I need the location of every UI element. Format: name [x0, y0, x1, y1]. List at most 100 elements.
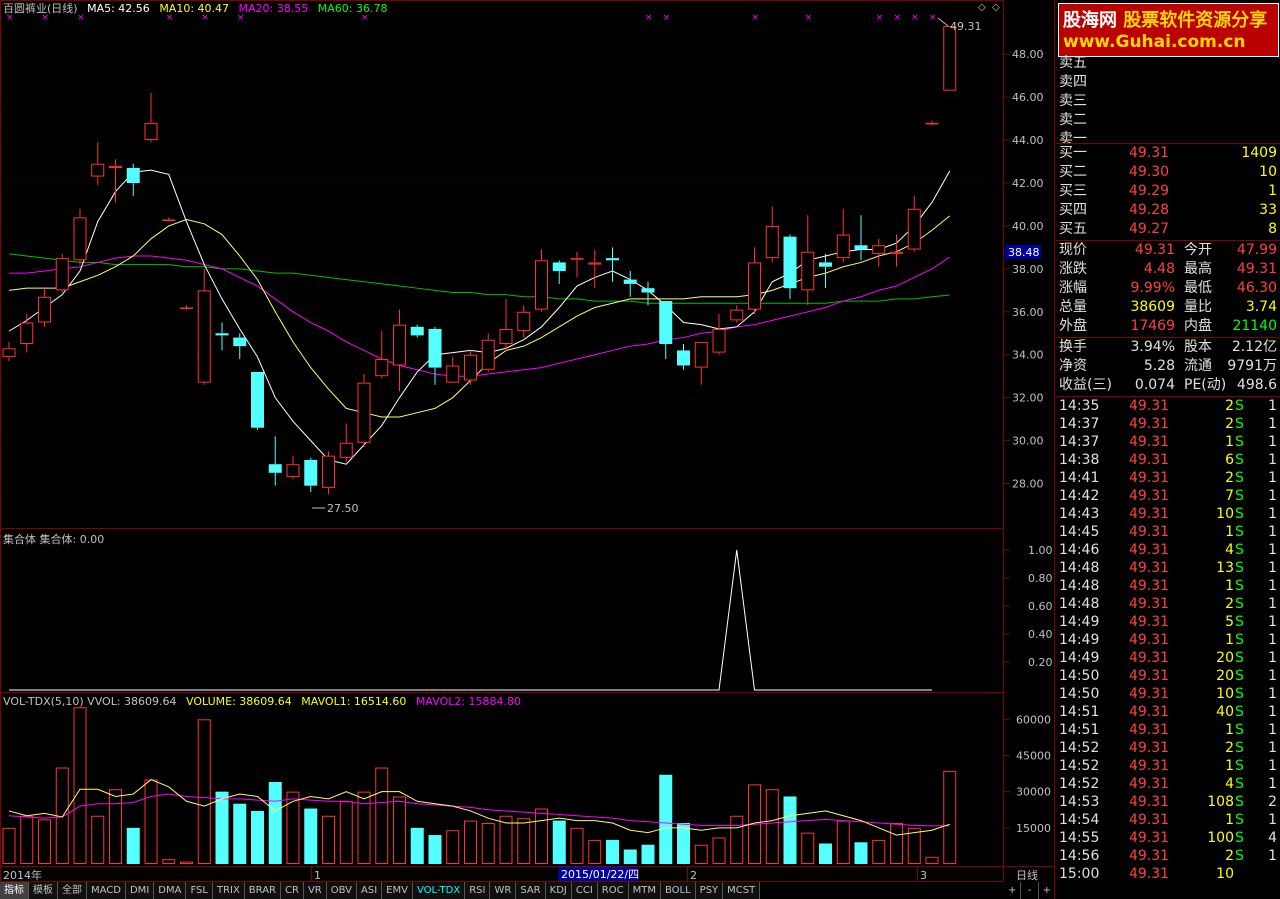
volume-bar[interactable]	[20, 815, 34, 865]
tab-dma[interactable]: DMA	[154, 882, 187, 899]
tab-dmi[interactable]: DMI	[125, 882, 155, 899]
candle[interactable]	[162, 217, 176, 222]
candle[interactable]	[499, 298, 513, 351]
volume-bar[interactable]	[535, 808, 548, 865]
volume-bar[interactable]	[801, 832, 815, 864]
volume-bar[interactable]	[251, 810, 264, 864]
volume-bar[interactable]	[73, 707, 87, 864]
tab-sar[interactable]: SAR	[516, 882, 546, 899]
period-label[interactable]: 日线	[1016, 868, 1038, 882]
candle[interactable]	[410, 324, 424, 338]
volume-bar[interactable]	[126, 827, 140, 864]
candle[interactable]	[339, 423, 353, 463]
candle[interactable]	[606, 247, 619, 282]
candle[interactable]	[677, 344, 690, 370]
volume-bar[interactable]	[481, 823, 495, 864]
candle[interactable]	[180, 305, 193, 310]
tab-roc[interactable]: ROC	[597, 882, 629, 899]
candle[interactable]	[907, 195, 921, 252]
candle[interactable]	[304, 457, 318, 493]
candle[interactable]	[623, 271, 637, 297]
candle[interactable]	[446, 356, 460, 383]
candle[interactable]	[357, 374, 371, 448]
volume-bar[interactable]	[925, 856, 939, 865]
tab-cci[interactable]: CCI	[571, 882, 598, 899]
volume-bar[interactable]	[215, 791, 229, 864]
volume-bar[interactable]	[570, 827, 584, 865]
candle[interactable]	[659, 301, 673, 360]
tab-mtm[interactable]: MTM	[628, 882, 661, 899]
candle[interactable]	[322, 451, 335, 495]
volume-bar[interactable]	[339, 801, 353, 865]
candle[interactable]	[481, 333, 495, 372]
candle[interactable]	[588, 249, 602, 289]
tab-add-button[interactable]: +	[1004, 882, 1022, 899]
volume-bar[interactable]	[144, 779, 158, 865]
candle[interactable]	[215, 322, 229, 351]
volume-bar[interactable]	[233, 803, 247, 864]
volume-bar[interactable]	[428, 835, 442, 864]
volume-bar[interactable]	[464, 820, 477, 865]
volume-bar[interactable]	[694, 844, 708, 864]
candle[interactable]	[872, 238, 886, 267]
tab-psy[interactable]: PSY	[695, 882, 724, 899]
candle[interactable]	[464, 350, 477, 385]
volume-bar[interactable]	[854, 842, 868, 864]
volume-bar[interactable]	[712, 837, 726, 864]
chart-area[interactable]: 48.00 46.00 44.00 42.00 40.00 38.00 36.00 34.00…	[0, 0, 1055, 899]
volume-bar[interactable]	[819, 843, 832, 865]
tab-wr[interactable]: WR	[490, 882, 517, 899]
volume-bar[interactable]	[38, 819, 51, 864]
tab-remove-button[interactable]: -	[1021, 882, 1039, 899]
tab-trix[interactable]: TRIX	[212, 882, 245, 899]
volume-bar[interactable]	[677, 823, 690, 864]
tab-more-button[interactable]: +	[1039, 882, 1055, 899]
volume-bar[interactable]	[109, 789, 122, 864]
candle[interactable]	[694, 341, 708, 385]
candle[interactable]	[233, 333, 247, 360]
volume-bar[interactable]	[606, 839, 619, 864]
volume-bar[interactable]	[765, 789, 779, 864]
volume-bar[interactable]	[659, 774, 673, 864]
candle[interactable]	[570, 251, 584, 278]
candle[interactable]	[55, 253, 69, 293]
candle[interactable]	[765, 206, 779, 263]
candle[interactable]	[854, 215, 868, 261]
volume-bar[interactable]	[517, 818, 531, 864]
tab-vol-tdx[interactable]: VOL-TDX	[412, 882, 466, 899]
volume-bar[interactable]	[197, 719, 211, 865]
volume-bar[interactable]	[943, 770, 957, 864]
volume-bar[interactable]	[623, 849, 637, 864]
volume-bar[interactable]	[322, 815, 335, 865]
candle[interactable]	[925, 120, 939, 126]
volume-bar[interactable]	[162, 859, 176, 864]
candle[interactable]	[801, 215, 815, 306]
volume-bar[interactable]	[588, 839, 602, 864]
candle[interactable]	[517, 305, 531, 338]
tab-emv[interactable]: EMV	[382, 882, 413, 899]
candle[interactable]	[730, 305, 744, 323]
volume-bar[interactable]	[375, 767, 389, 865]
candle[interactable]	[109, 159, 122, 203]
candle[interactable]	[748, 247, 761, 314]
volume-bar[interactable]	[410, 827, 424, 864]
candle[interactable]	[2, 341, 16, 362]
candle[interactable]	[91, 142, 105, 186]
candle[interactable]	[783, 234, 797, 299]
volume-bar[interactable]	[641, 844, 655, 864]
candle[interactable]	[836, 208, 850, 263]
volume-bar[interactable]	[836, 820, 850, 865]
candlesticks[interactable]	[2, 26, 957, 495]
tab-boll[interactable]: BOLL	[660, 882, 696, 899]
tab-asi[interactable]: ASI	[357, 882, 383, 899]
volume-bar[interactable]	[304, 808, 318, 864]
tab-macd[interactable]: MACD	[87, 882, 126, 899]
candle[interactable]	[73, 208, 87, 265]
volume-bar[interactable]	[268, 782, 282, 864]
volume-bar[interactable]	[552, 820, 566, 864]
tab-template[interactable]: 模板	[29, 882, 58, 899]
candle[interactable]	[535, 249, 548, 312]
volume-bar[interactable]	[91, 815, 105, 865]
tab-kdj[interactable]: KDJ	[545, 882, 572, 899]
candle[interactable]	[552, 260, 566, 284]
